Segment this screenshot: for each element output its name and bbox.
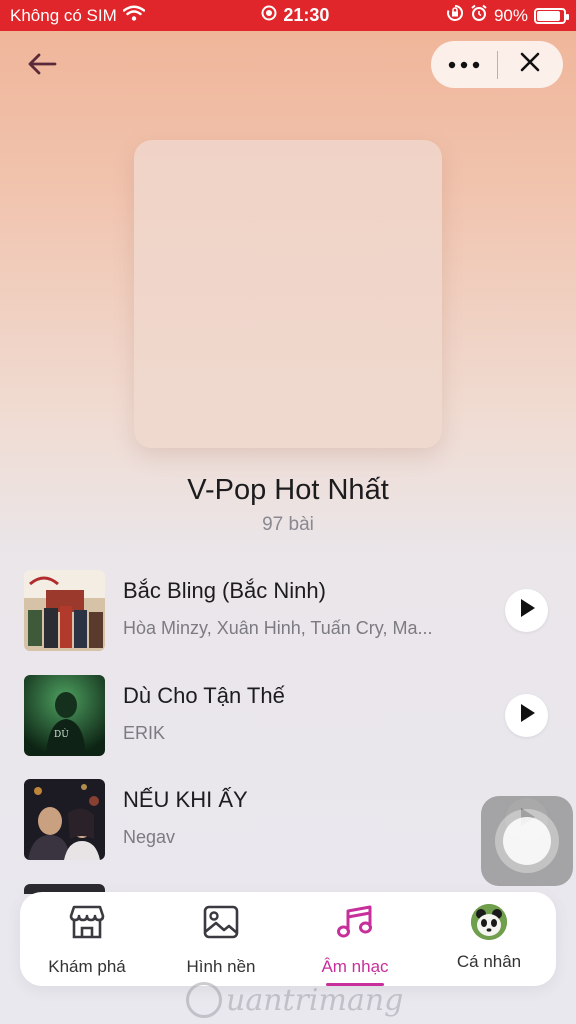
nav-label: Khám phá xyxy=(48,957,126,976)
play-button[interactable] xyxy=(505,589,548,632)
song-title: Bắc Bling (Bắc Ninh) xyxy=(123,578,326,603)
play-button[interactable] xyxy=(505,694,548,737)
close-icon xyxy=(520,52,540,77)
song-thumbnail xyxy=(24,570,105,651)
music-note-icon xyxy=(335,904,375,945)
more-button[interactable] xyxy=(431,41,497,88)
nav-label: Cá nhân xyxy=(456,952,522,971)
play-icon xyxy=(518,598,536,623)
song-row[interactable]: NẾU KHI ẤY Negav xyxy=(24,779,554,861)
nav-item-profile[interactable]: Cá nhân xyxy=(422,892,556,986)
image-icon xyxy=(202,904,240,945)
playlist-title: V-Pop Hot Nhất xyxy=(187,474,389,506)
alarm-icon xyxy=(470,4,488,27)
assistive-touch-ring xyxy=(495,809,559,873)
store-icon xyxy=(67,904,107,945)
status-right: 90% xyxy=(446,4,569,27)
song-row[interactable]: DÙ Dù Cho Tận Thế ERIK xyxy=(24,675,554,757)
arrow-left-icon xyxy=(26,52,58,81)
song-title: Dù Cho Tận Thế xyxy=(123,683,285,708)
svg-text:DÙ: DÙ xyxy=(54,728,69,740)
rotation-lock-icon xyxy=(446,4,464,27)
assistive-touch-core xyxy=(503,817,551,865)
carrier-label: Không có SIM xyxy=(10,5,117,25)
song-thumbnail xyxy=(24,779,105,860)
playlist-cover xyxy=(134,140,442,448)
nav-label: Hình nền xyxy=(186,957,256,976)
clock: 21:30 xyxy=(283,5,330,25)
bottom-navigation: Khám phá Hình nền Âm nhạc Cá nhân xyxy=(20,892,556,986)
mini-program-capsule xyxy=(431,41,563,88)
battery-fill xyxy=(536,10,561,21)
watermark-text: uantrimang xyxy=(226,982,404,1018)
playlist-count: 97 bài xyxy=(262,514,314,535)
close-button[interactable] xyxy=(498,41,564,88)
back-button[interactable] xyxy=(22,46,62,86)
wifi-icon xyxy=(122,5,145,26)
battery-icon xyxy=(533,7,569,24)
song-row[interactable]: Bắc Bling (Bắc Ninh) Hòa Minzy, Xuân Hin… xyxy=(24,570,554,652)
song-artist: Negav xyxy=(123,827,176,847)
song-title: NẾU KHI ẤY xyxy=(123,787,248,812)
watermark-logo-icon xyxy=(186,982,222,1018)
nav-item-music[interactable]: Âm nhạc xyxy=(288,892,422,986)
screen-record-icon xyxy=(261,5,277,26)
more-dots-icon xyxy=(448,56,480,74)
battery-percent: 90% xyxy=(493,5,528,25)
status-center: 21:30 xyxy=(261,5,329,26)
watermark: uantrimang xyxy=(186,978,403,1022)
status-left: Không có SIM xyxy=(10,5,145,26)
nav-label: Âm nhạc xyxy=(321,957,389,976)
song-artist: ERIK xyxy=(123,723,166,743)
panda-avatar xyxy=(471,904,507,940)
play-icon xyxy=(518,703,536,728)
assistive-touch-button[interactable] xyxy=(481,796,573,886)
status-bar: Không có SIM 21:30 90% xyxy=(0,0,576,31)
nav-item-wallpaper[interactable]: Hình nền xyxy=(154,892,288,986)
song-thumbnail: DÙ xyxy=(24,675,105,756)
nav-item-explore[interactable]: Khám phá xyxy=(20,892,154,986)
song-artist: Hòa Minzy, Xuân Hinh, Tuấn Cry, Ma... xyxy=(123,618,433,638)
